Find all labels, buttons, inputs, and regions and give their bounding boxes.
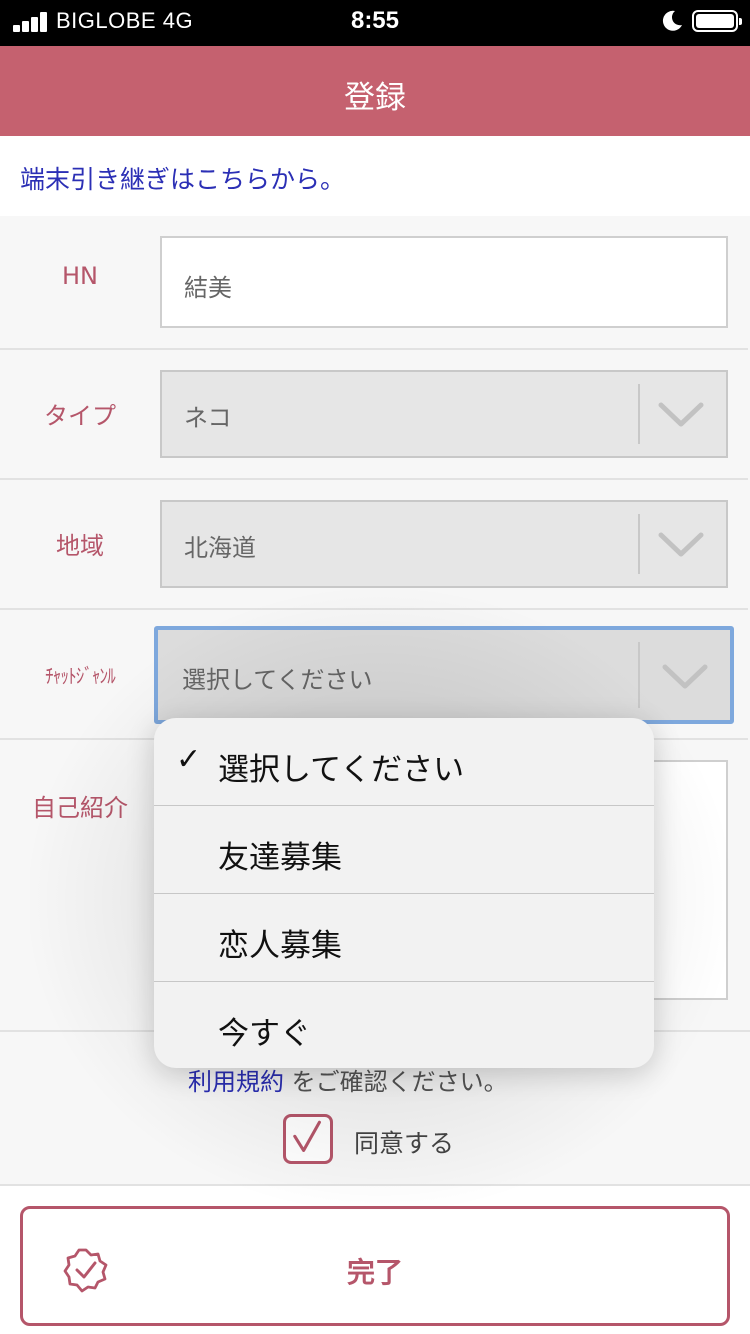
chevron-down-icon (662, 664, 708, 689)
terms-link[interactable]: 利用規約 (188, 1068, 284, 1096)
chat-genre-select-value: 選択してください (182, 666, 373, 694)
type-select[interactable]: ネコ (160, 370, 728, 458)
transfer-row: 端末引き継ぎはこちらから。 (0, 136, 750, 216)
select-divider (638, 384, 640, 444)
intro-label: 自己紹介 (32, 794, 128, 822)
select-divider (638, 514, 640, 574)
picker-option[interactable]: 友達募集 (154, 805, 654, 893)
picker-option[interactable]: 今すぐ (154, 981, 654, 1068)
agree-checkbox[interactable] (283, 1114, 333, 1164)
status-bar: BIGLOBE 4G 8:55 (0, 0, 750, 46)
bottom-bar: 完了 (0, 1184, 750, 1334)
picker-option-label: 選択してください (218, 752, 465, 788)
hn-row: HN 結美 (0, 216, 748, 350)
picker-option[interactable]: ✓ 選択してください (154, 718, 654, 806)
chat-genre-label: ﾁｬｯﾄｼﾞｬﾝﾙ (45, 664, 116, 688)
picker-option-label: 今すぐ (218, 1016, 311, 1052)
type-label: タイプ (44, 402, 116, 430)
picker-option-label: 友達募集 (218, 840, 342, 876)
type-select-value: ネコ (184, 404, 232, 432)
chat-genre-picker: ✓ 選択してください 友達募集 恋人募集 今すぐ (154, 718, 654, 1068)
complete-button[interactable]: 完了 (20, 1206, 730, 1326)
picker-option[interactable]: 恋人募集 (154, 893, 654, 981)
status-time: 8:55 (350, 7, 400, 34)
region-label: 地域 (56, 532, 104, 560)
region-select-value: 北海道 (184, 534, 256, 562)
hn-label: HN (62, 262, 98, 290)
page-title: 登録 (344, 80, 406, 116)
type-row: タイプ ネコ (0, 348, 748, 480)
terms-suffix: をご確認ください。 (291, 1068, 508, 1096)
select-divider (638, 642, 640, 708)
checkmark-icon (293, 1120, 321, 1152)
region-row: 地域 北海道 (0, 478, 748, 610)
nav-bar: 登録 (0, 46, 750, 136)
battery-icon (692, 10, 742, 32)
chat-genre-select[interactable]: 選択してください (154, 626, 734, 724)
hn-input[interactable]: 結美 (160, 236, 728, 328)
device-transfer-link[interactable]: 端末引き継ぎはこちらから。 (20, 160, 345, 196)
chevron-down-icon (658, 532, 704, 557)
complete-button-label: 完了 (346, 1256, 403, 1289)
agree-label: 同意する (354, 1129, 455, 1158)
hn-input-value: 結美 (184, 274, 232, 302)
checkmark-icon: ✓ (176, 742, 202, 777)
region-select[interactable]: 北海道 (160, 500, 728, 588)
chevron-down-icon (658, 402, 704, 427)
do-not-disturb-icon (662, 10, 682, 31)
picker-option-label: 恋人募集 (218, 928, 342, 964)
